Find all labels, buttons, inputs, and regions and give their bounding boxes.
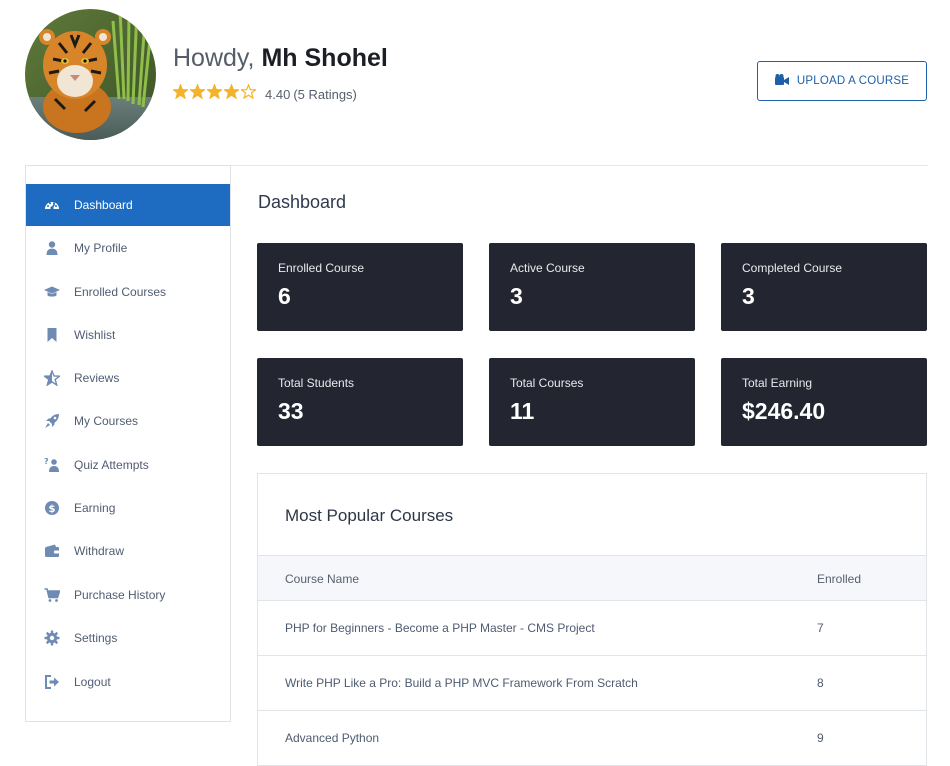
sidebar-item-label: Quiz Attempts [74,458,149,472]
sidebar-item-label: Reviews [74,371,120,385]
upload-course-button[interactable]: UPLOAD A COURSE [757,61,927,101]
sidebar-item-label: Dashboard [74,198,133,212]
rating-count: (5 Ratings) [293,86,357,102]
rocket-icon [44,413,60,429]
stat-card-total-students: Total Students 33 [257,358,463,446]
sidebar-item-label: My Profile [74,241,128,255]
star-filled-icon [205,83,224,104]
table-header: Course Name Enrolled [258,555,926,601]
sidebar-item-withdraw[interactable]: Withdraw [26,530,230,572]
sidebar-item-wishlist[interactable]: Wishlist [26,314,230,356]
table-row[interactable]: Advanced Python 9 [258,711,926,766]
sidebar-item-label: Wishlist [74,328,116,342]
sidebar-item-my-courses[interactable]: My Courses [26,400,230,442]
table-row[interactable]: Write PHP Like a Pro: Build a PHP MVC Fr… [258,656,926,711]
stat-label: Total Courses [510,376,584,390]
header-divider [230,165,928,166]
instructor-rating: 4.40 (5 Ratings) [171,83,357,104]
rating-stars [171,83,258,104]
stat-card-total-earning: Total Earning $246.40 [721,358,927,446]
stat-value: 3 [742,283,755,309]
stat-value: 6 [278,283,291,309]
user-icon [44,240,60,256]
sidebar-nav: Dashboard My Profile Enrolled Courses Wi… [25,165,231,722]
video-camera-icon [774,73,789,89]
sidebar-item-settings[interactable]: Settings [26,617,230,659]
stat-card-enrolled-course: Enrolled Course 6 [257,243,463,331]
course-name-cell: Write PHP Like a Pro: Build a PHP MVC Fr… [285,676,638,690]
sidebar-item-label: Logout [74,675,111,689]
question-person-icon: ? [44,457,60,473]
sidebar-item-logout[interactable]: Logout [26,661,230,703]
star-filled-icon [188,83,207,104]
stat-value: $246.40 [742,398,826,424]
dollar-circle-icon: $ [44,500,60,516]
rating-summary: 4.40 (5 Ratings) [265,87,357,102]
sidebar-item-my-profile[interactable]: My Profile [26,227,230,269]
upload-course-label: UPLOAD A COURSE [796,75,910,87]
sidebar-item-label: Enrolled Courses [74,285,167,299]
wallet-icon [44,543,60,559]
star-empty-icon [239,83,258,104]
stat-label: Active Course [510,261,585,275]
stat-value: 3 [510,283,523,309]
shopping-cart-icon [44,587,60,603]
popular-courses-title: Most Popular Courses [285,506,454,525]
page-title: Dashboard [258,192,347,212]
star-filled-icon [222,83,241,104]
avatar [25,9,156,140]
graduation-cap-icon [44,284,60,300]
enrolled-count-cell: 9 [817,731,824,745]
enrolled-count-cell: 7 [817,621,824,635]
stat-label: Total Students [278,376,355,390]
course-name-cell: PHP for Beginners - Become a PHP Master … [285,621,595,635]
sidebar-item-reviews[interactable]: Reviews [26,357,230,399]
stat-value: 33 [278,398,304,424]
star-filled-icon [171,83,190,104]
rating-value: 4.40 [265,86,291,102]
sidebar-item-label: My Courses [74,414,139,428]
stat-card-active-course: Active Course 3 [489,243,695,331]
gear-icon [44,630,60,646]
column-header-enrolled: Enrolled [817,572,862,586]
course-name-cell: Advanced Python [285,731,380,745]
sidebar-item-dashboard[interactable]: Dashboard [26,184,230,226]
user-name: Mh Shohel [261,44,388,72]
svg-text:?: ? [44,457,49,466]
sidebar-item-purchase-history[interactable]: Purchase History [26,574,230,616]
stat-card-total-courses: Total Courses 11 [489,358,695,446]
column-header-course-name: Course Name [285,572,360,586]
enrolled-count-cell: 8 [817,676,824,690]
sidebar-item-label: Earning [74,501,116,515]
sign-out-icon [44,674,60,690]
stat-label: Total Earning [742,376,813,390]
sidebar-item-label: Purchase History [74,588,166,602]
svg-text:$: $ [49,504,56,515]
bookmark-icon [44,327,60,343]
popular-courses-panel: Most Popular Courses Course Name Enrolle… [257,473,927,766]
sidebar-item-quiz-attempts[interactable]: ? Quiz Attempts [26,444,230,486]
greeting-prefix: Howdy, [173,44,262,72]
greeting: Howdy, Mh Shohel [173,44,388,73]
dashboard-gauge-icon [44,197,60,213]
sidebar-item-label: Settings [74,631,118,645]
sidebar-item-earning[interactable]: $ Earning [26,487,230,529]
stat-value: 11 [510,398,535,424]
stat-label: Enrolled Course [278,261,365,275]
table-row[interactable]: PHP for Beginners - Become a PHP Master … [258,601,926,656]
sidebar-item-label: Withdraw [74,544,125,558]
stat-card-completed-course: Completed Course 3 [721,243,927,331]
star-half-icon [44,370,60,386]
stat-label: Completed Course [742,261,843,275]
sidebar-item-enrolled-courses[interactable]: Enrolled Courses [26,271,230,313]
